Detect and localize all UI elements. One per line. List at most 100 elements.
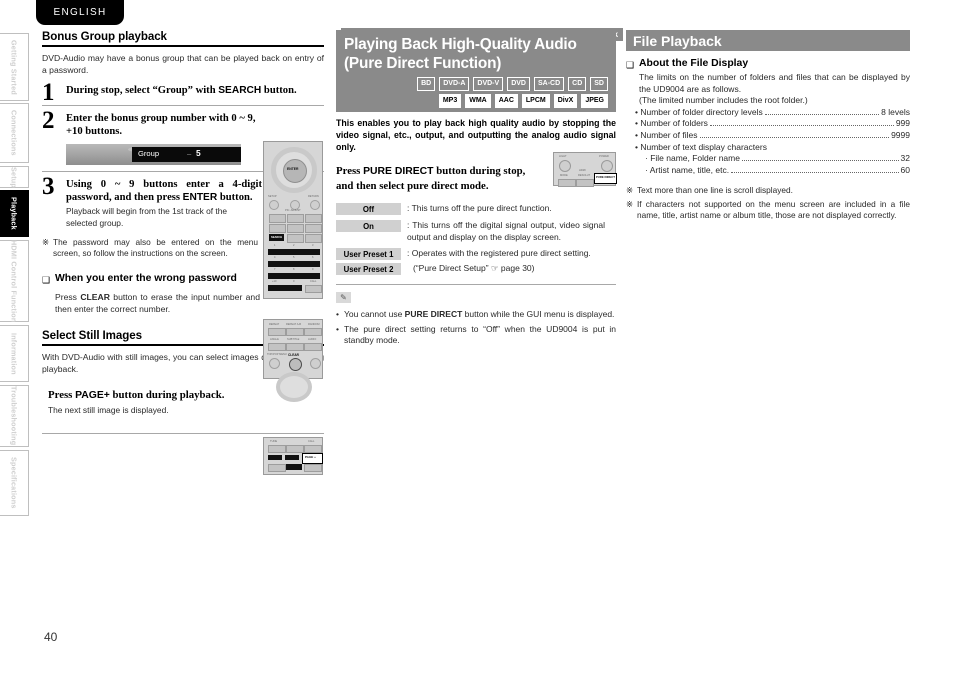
- enter-button-label: ENTER: [287, 167, 299, 171]
- media-badge-dvd-a: DVD-A: [439, 77, 470, 91]
- repeat-ab-key: [286, 328, 304, 336]
- language-tab-label: ENGLISH: [53, 7, 107, 18]
- option-value-off-text: This turns off the pure direct function.: [411, 203, 552, 213]
- osd-label: Group: [138, 149, 160, 158]
- option-key-preset2: User Preset 2: [336, 263, 401, 276]
- bonus-group-intro: DVD-Audio may have a bonus group that ca…: [42, 53, 324, 75]
- sidebar-item-information[interactable]: Information: [0, 325, 29, 382]
- text-chars-specs: · File name, Folder name 32 · Artist name,…: [626, 153, 910, 176]
- language-tab[interactable]: ENGLISH: [36, 0, 124, 25]
- wrong-password-strong: CLEAR: [80, 291, 110, 302]
- sidebar-item-hdmi-control-function[interactable]: HDMI Control Function: [0, 240, 29, 322]
- num-8-label: 8: [293, 268, 295, 271]
- spec-row-0: • Number of folder directory levels 8 lev…: [635, 107, 910, 119]
- step-1-title-pre: During stop, select “Group” with: [66, 85, 219, 96]
- divider-3: [42, 432, 324, 434]
- scroll-note-mark: ※: [626, 185, 633, 196]
- unsupported-note-mark: ※: [626, 198, 633, 209]
- step-3-title-strong: ENTER: [182, 192, 218, 203]
- top-menu-label: TOP/POP MENU: [267, 353, 287, 356]
- osd-value: 5: [196, 148, 201, 158]
- call-key-2: [304, 445, 322, 453]
- option-key-off: Off: [336, 203, 401, 215]
- sidebar-item-label: Playback: [9, 197, 19, 230]
- spec-row-label: • Number of folder directory levels: [635, 106, 763, 117]
- right-column: File Playback ❑ About the File Display T…: [626, 30, 910, 222]
- sidebar-item-setup[interactable]: Setup: [0, 166, 29, 188]
- step-3-number: 3: [42, 173, 55, 200]
- audio-label: AUDIO: [308, 338, 317, 341]
- angle-key: [268, 343, 286, 351]
- next-key: [305, 214, 322, 223]
- sidebar-item-label: Specifications: [9, 457, 19, 509]
- sidebar-item-connections[interactable]: Connections: [0, 103, 29, 163]
- setup-key: [269, 200, 279, 210]
- sidebar-item-getting-started[interactable]: Getting Started: [0, 33, 29, 101]
- spec-row-label: • Number of files: [635, 129, 698, 140]
- resolution-label: RESOLUT: [578, 174, 591, 177]
- step-3-sub: Playback will begin from the 1st track o…: [66, 206, 228, 228]
- repeat-ab-label: REPEAT A-B: [286, 323, 302, 326]
- bullet-dot-2: •: [336, 323, 339, 334]
- num-plus10-label: +10: [272, 280, 277, 283]
- num-4-label: 4: [274, 256, 276, 259]
- power-label: POWER: [599, 155, 609, 158]
- extra-key-3: [304, 464, 322, 472]
- file-display-intro-1: The limits on the number of folders and …: [639, 72, 910, 94]
- media-badge-divx: DivX: [553, 94, 578, 108]
- power-key: [601, 160, 613, 172]
- step-2-title: Enter the bonus group number with 0 ~ 9,…: [66, 113, 256, 137]
- light-key: [559, 160, 571, 172]
- sidebar-item-label: Getting Started: [9, 39, 19, 95]
- tune-key: [268, 445, 286, 453]
- file-display-intro-2: (The limited number includes the root fo…: [639, 95, 808, 106]
- page-minus-label: CALL: [308, 440, 315, 443]
- section-heading-bonus-group: Bonus Group playback: [42, 30, 324, 47]
- page-plus-key-label: PAGE +: [305, 455, 316, 459]
- option-value-preset2: (“Pure Direct Setup” ☞ page 30): [401, 263, 611, 275]
- text-char-row-value: 32: [900, 153, 910, 164]
- unsupported-note-text: If characters not supported on the menu …: [637, 198, 910, 221]
- num-6-label: 6: [312, 256, 314, 259]
- setup-label: SETUP: [268, 195, 277, 198]
- sidebar-item-playback[interactable]: Playback: [0, 190, 29, 237]
- numpad-row-2: [268, 261, 320, 267]
- option-row-preset2: User Preset 2 (“Pure Direct Setup” ☞ pag…: [336, 263, 616, 276]
- media-badge-bd: BD: [417, 77, 436, 91]
- page-plus-title: Press PAGE+ button during playback.: [48, 388, 253, 403]
- media-badge-sd: SD: [590, 77, 608, 91]
- password-note: ※ The password may also be entered on th…: [42, 237, 258, 260]
- osd-strip: Group – 5: [132, 147, 241, 162]
- pure-direct-intro: This enables you to play back high quali…: [336, 118, 616, 152]
- sidebar-item-specifications[interactable]: Specifications: [0, 450, 29, 516]
- media-badge-mp3: MP3: [438, 94, 462, 108]
- sidebar-item-label: Troubleshooting: [9, 386, 19, 446]
- leader-dots: [709, 125, 894, 127]
- sidebar-tabs: Getting Started Connections Setup Playback H…: [0, 0, 31, 675]
- option-value-on-text: This turns off the digital signal output…: [407, 220, 605, 242]
- page-plus-post: button during playback.: [109, 388, 225, 401]
- step-1-title-post: button.: [261, 85, 297, 96]
- numpad-row-4: [268, 285, 302, 291]
- spec-row-value: 8 levels: [881, 106, 910, 117]
- pure-direct-key-label: PURE DIRECT: [596, 175, 615, 179]
- extra-key-2: [286, 464, 302, 470]
- file-playback-heading: File Playback: [626, 30, 910, 51]
- mode-key: [305, 234, 322, 243]
- text-chars-label: • Number of text display characters: [635, 141, 767, 152]
- unsupported-chars-note: ※ If characters not supported on the men…: [626, 199, 910, 222]
- numpad-row-3: [268, 273, 320, 279]
- sidebar-item-troubleshooting[interactable]: Troubleshooting: [0, 385, 29, 447]
- num-3-label: 3: [312, 244, 314, 247]
- sidebar-item-label: Information: [9, 332, 19, 375]
- pause-key: [287, 224, 304, 233]
- return-key: [310, 200, 320, 210]
- random-key: [304, 328, 322, 336]
- repeat-label: REPEAT: [269, 323, 280, 326]
- resolution-key: [576, 179, 594, 187]
- note-mark: ※: [42, 237, 49, 247]
- scroll-note: ※ Text more than one line is scroll disp…: [626, 185, 910, 196]
- step-2-number: 2: [42, 107, 55, 134]
- remote-pure-direct-image: LIGHT POWER HDMI MODE RESOLUT PURE DIREC…: [553, 152, 617, 187]
- media-badge-cd: CD: [568, 77, 587, 91]
